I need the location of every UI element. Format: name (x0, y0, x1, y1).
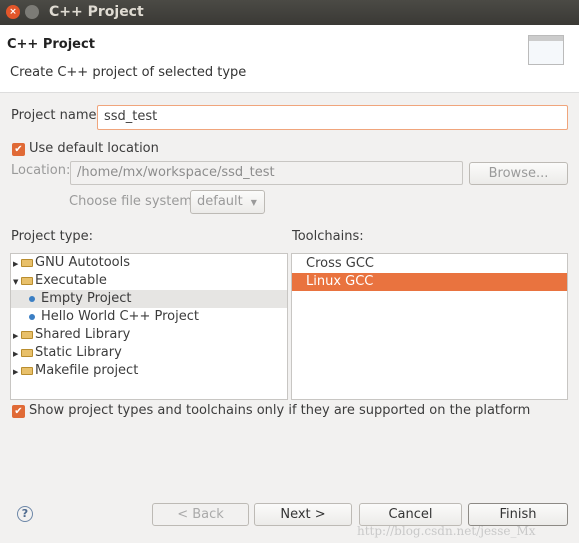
next-button[interactable]: Next > (254, 503, 352, 526)
toolchains-list[interactable]: Cross GCC Linux GCC (291, 253, 568, 400)
chevron-down-icon: ▼ (250, 198, 257, 207)
collapsed-arrow-icon[interactable]: ▶ (13, 363, 21, 381)
folder-icon (21, 348, 33, 357)
collapsed-arrow-icon[interactable]: ▶ (13, 327, 21, 345)
file-system-label: Choose file system: (69, 194, 197, 209)
location-label: Location: (11, 163, 71, 178)
tree-item-label: Makefile project (35, 363, 139, 378)
folder-icon (21, 366, 33, 375)
collapsed-arrow-icon[interactable]: ▶ (13, 255, 21, 273)
wizard-banner-icon (528, 35, 564, 65)
watermark: http://blog.csdn.net/jesse_Mx (357, 524, 536, 538)
folder-icon (21, 276, 33, 285)
project-type-tree[interactable]: ▶ GNU Autotools ▼ Executable Empty Project He… (10, 253, 288, 400)
project-name-input[interactable]: ssd_test (97, 105, 568, 130)
tree-item[interactable]: ▼ Executable (11, 272, 287, 290)
finish-button[interactable]: Finish (468, 503, 568, 526)
filter-checkbox[interactable]: ✔ (12, 405, 25, 418)
project-template-icon (29, 313, 35, 320)
file-system-dropdown[interactable]: default ▼ (190, 190, 265, 214)
tree-item[interactable]: ▶ Shared Library (11, 326, 287, 344)
help-icon[interactable]: ? (17, 506, 33, 522)
tree-item-label: Static Library (35, 345, 122, 360)
tree-item-label: GNU Autotools (35, 255, 131, 270)
use-default-location-checkbox[interactable]: ✔ (12, 143, 25, 156)
folder-icon (21, 330, 33, 339)
toolchain-item[interactable]: Linux GCC (292, 273, 567, 291)
use-default-location-label: Use default location (29, 141, 159, 156)
toolchain-item[interactable]: Cross GCC (292, 255, 567, 273)
tree-item[interactable]: ▶ Static Library (11, 344, 287, 362)
project-type-label: Project type: (11, 229, 94, 244)
project-template-icon (29, 295, 35, 302)
back-button[interactable]: < Back (152, 503, 249, 526)
location-input[interactable]: /home/mx/workspace/ssd_test (70, 161, 463, 185)
browse-button[interactable]: Browse... (469, 162, 568, 185)
wizard-header: C++ Project Create C++ project of select… (0, 25, 579, 93)
expanded-arrow-icon[interactable]: ▼ (13, 273, 21, 291)
filter-label: Show project types and toolchains only i… (29, 403, 531, 418)
file-system-value: default (197, 194, 243, 209)
folder-icon (21, 258, 33, 267)
page-title: C++ Project (7, 37, 95, 52)
tree-item[interactable]: ▶ Makefile project (11, 362, 287, 380)
tree-item[interactable]: Empty Project (11, 290, 287, 308)
window-title: C++ Project (49, 4, 144, 20)
tree-item-label: Shared Library (35, 327, 131, 342)
close-button[interactable]: × (6, 5, 20, 19)
tree-item-label: Executable (35, 273, 107, 288)
tree-item-label: Empty Project (41, 291, 132, 306)
page-description: Create C++ project of selected type (10, 65, 247, 80)
cancel-button[interactable]: Cancel (359, 503, 462, 526)
tree-item[interactable]: ▶ GNU Autotools (11, 254, 287, 272)
title-bar: × C++ Project (0, 0, 579, 25)
collapsed-arrow-icon[interactable]: ▶ (13, 345, 21, 363)
tree-item[interactable]: Hello World C++ Project (11, 308, 287, 326)
maximize-button[interactable] (25, 5, 39, 19)
toolchains-label: Toolchains: (292, 229, 364, 244)
tree-item-label: Hello World C++ Project (41, 309, 199, 324)
project-name-label: Project name: (11, 108, 101, 123)
